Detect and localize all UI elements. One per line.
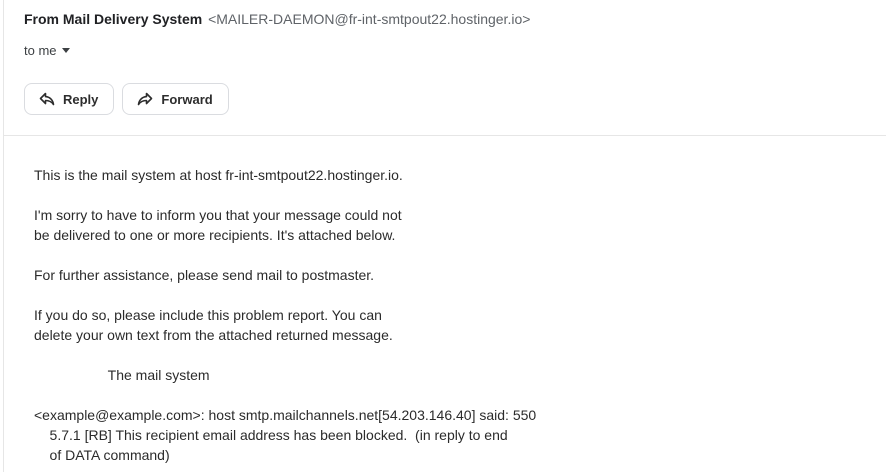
body-line: The mail system [34,367,210,383]
reply-button[interactable]: Reply [24,83,115,115]
reply-label: Reply [63,91,99,107]
recipients-label: to me [24,43,57,58]
body-line: delete your own text from the attached r… [34,327,393,343]
body-line: <example@example.com>: host smtp.mailcha… [34,407,537,423]
forward-icon [137,92,153,106]
from-line: From Mail Delivery System <MAILER-DAEMON… [24,10,886,28]
body-line: This is the mail system at host fr-int-s… [34,167,403,183]
forward-button[interactable]: Forward [122,83,229,115]
body-line: be delivered to one or more recipients. … [34,227,396,243]
caret-down-icon [61,48,70,53]
message-header: From Mail Delivery System <MAILER-DAEMON… [24,10,886,115]
sender-name: From Mail Delivery System [24,11,203,27]
recipients-toggle[interactable]: to me [24,43,70,58]
body-line: I'm sorry to have to inform you that you… [34,207,402,223]
forward-label: Forward [161,91,213,107]
pane-border [3,0,4,472]
body-line: 5.7.1 [RB] This recipient email address … [34,427,508,443]
sender-email: <MAILER-DAEMON@fr-int-smtpout22.hostinge… [208,11,531,27]
message-body: This is the mail system at host fr-int-s… [34,165,536,465]
body-line: If you do so, please include this proble… [34,307,382,323]
header-divider [3,135,886,136]
body-line: For further assistance, please send mail… [34,267,375,283]
message-actions: Reply Forward [24,83,229,115]
reply-icon [39,92,55,106]
body-line: of DATA command) [34,447,170,463]
